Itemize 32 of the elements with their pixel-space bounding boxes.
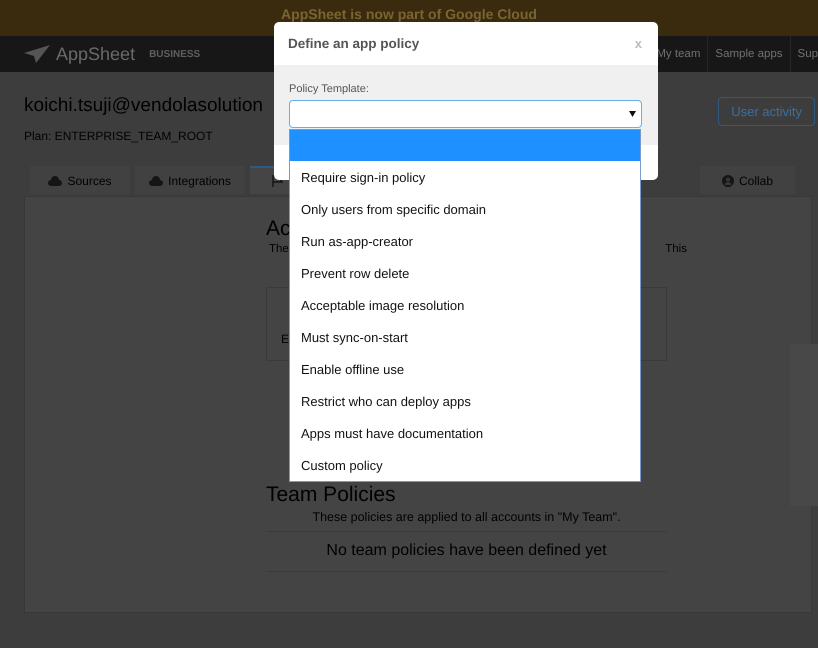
policy-template-select[interactable]	[289, 100, 642, 128]
cloud-icon	[48, 176, 62, 186]
dropdown-option[interactable]: Only users from specific domain	[290, 193, 640, 225]
nav-link[interactable]: Sup	[790, 36, 818, 72]
dropdown-arrow-icon	[629, 111, 636, 117]
dropdown-option[interactable]: Restrict who can deploy apps	[290, 385, 640, 417]
dropdown-option[interactable]: Acceptable image resolution	[290, 289, 640, 321]
cloud-icon	[149, 176, 164, 186]
brand-name: AppSheet	[56, 44, 136, 64]
plan-label: Plan: ENTERPRISE_TEAM_ROOT	[24, 129, 214, 143]
user-icon	[722, 175, 734, 187]
dropdown-option[interactable]: Prevent row delete	[290, 257, 640, 289]
section-heading: Team Policies	[266, 483, 396, 507]
empty-message: No team policies have been defined yet	[266, 532, 667, 572]
section-heading: Ac	[266, 217, 291, 241]
section-description: These policies are applied to all accounts in "My Team".	[266, 510, 667, 532]
banner-text: AppSheet is now part of Google Cloud	[281, 6, 537, 22]
dropdown-option[interactable]: Run as-app-creator	[290, 225, 640, 257]
card-text: E	[281, 332, 290, 346]
dropdown-option[interactable]: Apps must have documentation	[290, 417, 640, 449]
dropdown-option[interactable]: Require sign-in policy	[290, 161, 640, 193]
nav-link[interactable]: Sample apps	[707, 36, 790, 72]
account-email: koichi.tsuji@vendolasolution	[24, 95, 263, 117]
dropdown-option[interactable]: Enable offline use	[290, 353, 640, 385]
dropdown-option[interactable]: Must sync-on-start	[290, 321, 640, 353]
dropdown-option[interactable]: Custom policy	[290, 449, 640, 481]
paper-plane-icon	[24, 45, 50, 63]
section-description: The	[269, 243, 289, 255]
edition-label: BUSINESS	[149, 48, 200, 60]
field-label: Policy Template:	[289, 83, 370, 95]
section-description: This	[665, 243, 687, 255]
dialog-title: Define an app policy	[288, 36, 420, 51]
